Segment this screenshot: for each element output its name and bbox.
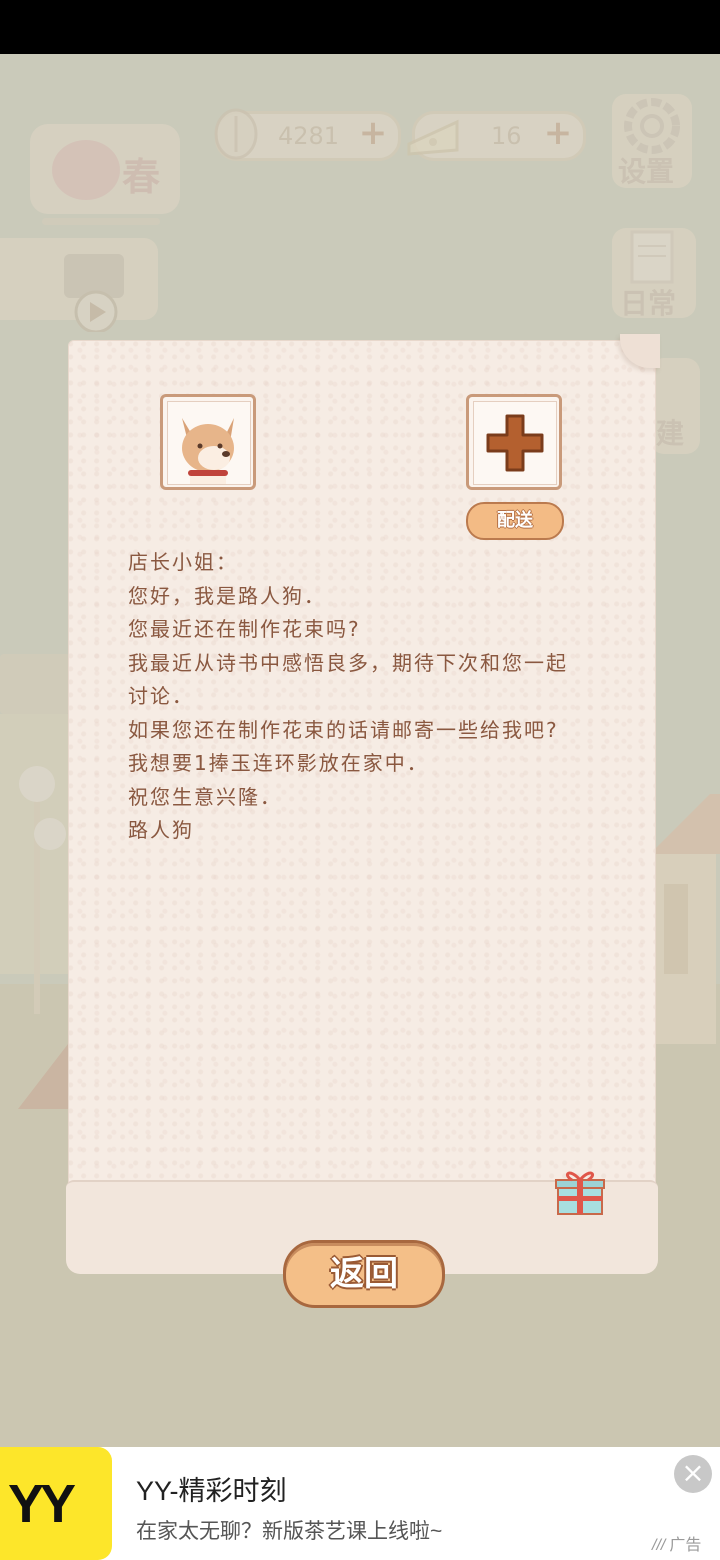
letter-body: 店长小姐： 您好，我是路人狗． 您最近还在制作花束吗? 我最近从诗书中感悟良多，… bbox=[128, 546, 608, 848]
letter-line: 您最近还在制作花束吗? bbox=[128, 617, 361, 641]
gift-icon[interactable] bbox=[552, 1166, 608, 1218]
ad-mark-icon: /// bbox=[652, 1537, 666, 1554]
status-bar bbox=[0, 0, 720, 54]
ad-title: YY-精彩时刻 bbox=[136, 1476, 287, 1506]
deliver-button[interactable]: 配送 bbox=[466, 502, 564, 540]
ad-tag-label: 广告 bbox=[669, 1537, 702, 1554]
letter-dialog: 配送 店长小姐： 您好，我是路人狗． 您最近还在制作花束吗? 我最近从诗书中感悟… bbox=[66, 334, 660, 1274]
add-item-slot[interactable] bbox=[466, 394, 562, 490]
ad-logo: YY bbox=[0, 1447, 112, 1560]
ad-close-button[interactable]: × bbox=[674, 1455, 712, 1493]
letter-line: 祝您生意兴隆． bbox=[128, 784, 282, 809]
letter-line: 讨论． bbox=[128, 684, 194, 708]
ad-logo-text: YY bbox=[8, 1474, 76, 1534]
letter-line: 您好，我是路人狗． bbox=[128, 583, 326, 608]
letter-line: 如果您还在制作花束的话请邮寄一些给我吧? bbox=[128, 717, 559, 742]
ad-tag: ///广告 bbox=[652, 1531, 701, 1555]
letter-line: 我想要1捧玉连环影放在家中． bbox=[128, 751, 429, 775]
paper-curl bbox=[620, 334, 660, 368]
letter-line: 我最近从诗书中感悟良多，期待下次和您一起 bbox=[128, 650, 568, 675]
ad-banner[interactable]: YY YY-精彩时刻 在家太无聊？新版茶艺课上线啦~ × ///广告 bbox=[0, 1447, 720, 1560]
letter-line: 路人狗 bbox=[128, 818, 194, 842]
sender-avatar-frame bbox=[160, 394, 256, 490]
letter-line: 店长小姐： bbox=[128, 550, 238, 574]
back-button[interactable]: 返回 bbox=[283, 1240, 445, 1308]
dog-avatar-icon bbox=[182, 418, 234, 484]
ad-description: 在家太无聊？新版茶艺课上线啦~ bbox=[136, 1520, 443, 1543]
plus-icon bbox=[486, 414, 544, 472]
